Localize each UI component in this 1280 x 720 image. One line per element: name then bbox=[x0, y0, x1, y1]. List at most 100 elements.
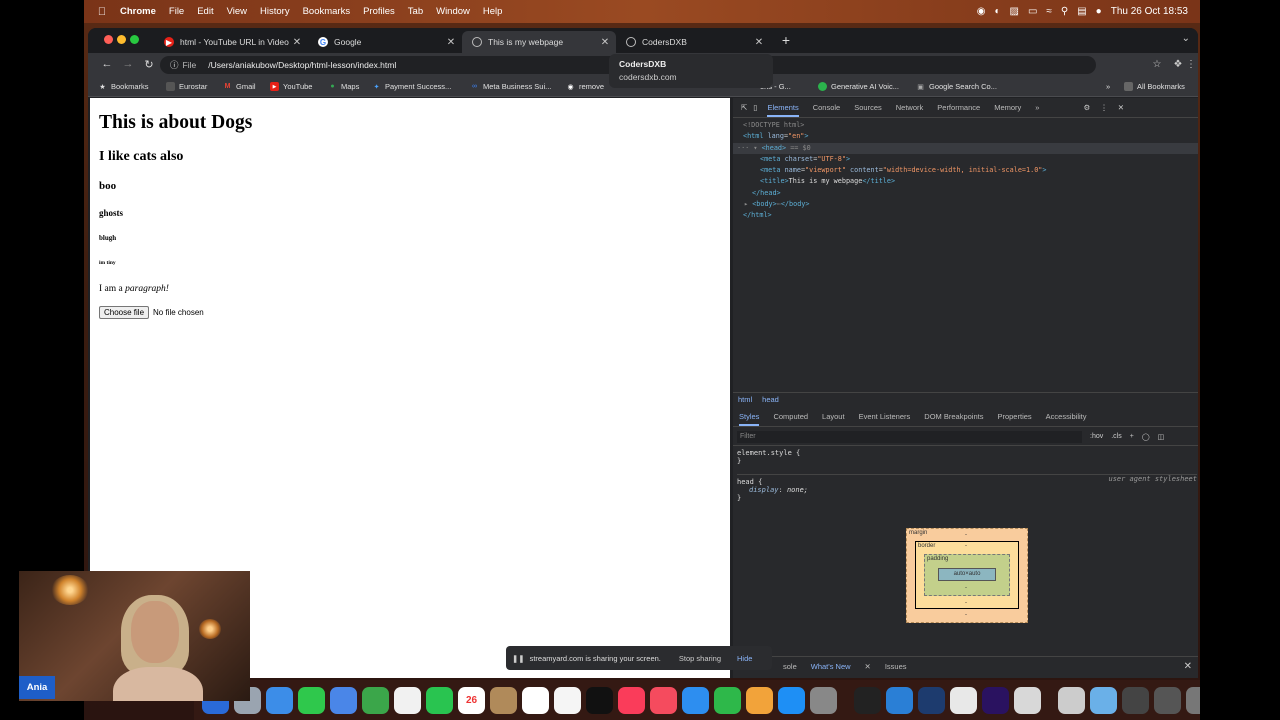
device-toolbar-icon[interactable]: ▯ bbox=[753, 103, 757, 112]
preview-icon[interactable] bbox=[1014, 686, 1041, 714]
app-store-icon[interactable] bbox=[778, 686, 805, 714]
breadcrumb-html[interactable]: html bbox=[738, 395, 752, 404]
messages-icon[interactable] bbox=[298, 686, 325, 714]
hide-banner-button[interactable]: Hide bbox=[737, 654, 752, 663]
bookmark-star-icon[interactable]: ☆ bbox=[1151, 59, 1163, 70]
bookmark-google-search-console[interactable]: ▣ Google Search Co... bbox=[916, 82, 997, 91]
bookmark-remove[interactable]: ◉ remove bbox=[566, 82, 604, 91]
reload-icon[interactable]: ↻ bbox=[142, 58, 156, 71]
more-menu-icon[interactable]: ⋮ bbox=[1185, 59, 1197, 70]
subtab-event-listeners[interactable]: Event Listeners bbox=[859, 412, 911, 421]
drawer-tab-whats-new[interactable]: What's New bbox=[811, 662, 851, 671]
tab-memory[interactable]: Memory bbox=[994, 103, 1021, 112]
tab-sources[interactable]: Sources bbox=[854, 103, 882, 112]
bookmarks-overflow-icon[interactable]: » bbox=[1106, 82, 1110, 91]
subtab-accessibility[interactable]: Accessibility bbox=[1046, 412, 1087, 421]
drawer-tab-console[interactable]: sole bbox=[783, 662, 797, 671]
apple-tv-icon[interactable] bbox=[586, 686, 613, 714]
bookmark-eurostar[interactable]: Eurostar bbox=[166, 82, 207, 91]
tab-elements[interactable]: Elements bbox=[767, 103, 799, 117]
premiere-icon[interactable] bbox=[982, 686, 1009, 714]
menu-clock[interactable]: Thu 26 Oct 18:53 bbox=[1111, 6, 1188, 17]
breadcrumb-head[interactable]: head bbox=[762, 395, 779, 404]
dom-node-head[interactable]: ··· ▾ <head> == $0 bbox=[733, 142, 1198, 154]
menu-bookmarks[interactable]: Bookmarks bbox=[303, 6, 351, 17]
inspect-element-icon[interactable]: ⇱ bbox=[741, 103, 747, 112]
extensions-icon[interactable]: ❖ bbox=[1172, 59, 1184, 70]
devtools-menu-icon[interactable]: ⋮ bbox=[1100, 103, 1108, 112]
computed-sidebar-icon[interactable]: ◫ bbox=[1158, 433, 1165, 441]
close-tab-icon[interactable]: ✕ bbox=[598, 37, 612, 48]
toggle-element-state-icon[interactable]: ◯ bbox=[1142, 433, 1150, 441]
bookmark-bookmarks[interactable]: ★ Bookmarks bbox=[98, 82, 148, 91]
safari-icon[interactable] bbox=[266, 686, 293, 714]
close-tab-icon[interactable]: ✕ bbox=[752, 37, 766, 48]
wifi-icon[interactable]: ≈ bbox=[1046, 6, 1052, 17]
menu-edit[interactable]: Edit bbox=[197, 6, 213, 17]
subtab-properties[interactable]: Properties bbox=[997, 412, 1031, 421]
minimize-window-button[interactable] bbox=[117, 35, 126, 44]
tab-codersdxb[interactable]: CodersDXB ✕ bbox=[616, 31, 770, 53]
drawer-tab-close-icon[interactable]: ✕ bbox=[865, 662, 871, 671]
trash-icon[interactable] bbox=[1186, 686, 1200, 714]
more-tabs-icon[interactable]: » bbox=[1035, 103, 1039, 112]
battery-icon[interactable]: ▭ bbox=[1028, 6, 1037, 17]
tab-console[interactable]: Console bbox=[813, 103, 841, 112]
vscode-icon[interactable] bbox=[886, 686, 913, 714]
reminders-icon[interactable] bbox=[522, 686, 549, 714]
maps-icon[interactable] bbox=[362, 686, 389, 714]
settings-gear-icon[interactable]: ⚙ bbox=[1083, 103, 1090, 112]
dom-node-html-close[interactable]: </html> bbox=[733, 210, 1198, 221]
styles-filter-input[interactable]: Filter bbox=[737, 430, 1082, 443]
close-tab-icon[interactable]: ✕ bbox=[444, 37, 458, 48]
news-icon[interactable] bbox=[650, 686, 677, 714]
calendar-icon[interactable]: 26 bbox=[458, 686, 485, 714]
stop-sharing-button[interactable]: Stop sharing bbox=[679, 654, 721, 663]
subtab-layout[interactable]: Layout bbox=[822, 412, 845, 421]
dom-node-head-close[interactable]: </head> bbox=[733, 188, 1198, 199]
downloads-folder-icon[interactable] bbox=[1090, 686, 1117, 714]
dom-node-html[interactable]: <html lang="en"> bbox=[733, 131, 1198, 142]
menu-file[interactable]: File bbox=[169, 6, 184, 17]
printer-icon[interactable] bbox=[1058, 686, 1085, 714]
tab-youtube[interactable]: ▶ html - YouTube URL in Video T ✕ bbox=[154, 31, 308, 53]
bookmark-meta-business[interactable]: ∞ Meta Business Sui... bbox=[470, 82, 551, 91]
screenshot-stack-icon[interactable] bbox=[1122, 686, 1149, 714]
tab-my-webpage[interactable]: This is my webpage ✕ bbox=[462, 31, 616, 53]
hov-toggle[interactable]: :hov bbox=[1090, 433, 1103, 440]
tab-performance[interactable]: Performance bbox=[937, 103, 980, 112]
freeform-icon[interactable] bbox=[554, 686, 581, 714]
search-icon[interactable]: ⚲ bbox=[1061, 6, 1068, 17]
back-icon[interactable]: ← bbox=[100, 58, 114, 70]
drawer-tab-issues[interactable]: Issues bbox=[885, 662, 907, 671]
menu-history[interactable]: History bbox=[260, 6, 290, 17]
keynote-icon[interactable] bbox=[682, 686, 709, 714]
bookmark-youtube[interactable]: ▶ YouTube bbox=[270, 82, 312, 91]
cls-toggle[interactable]: .cls bbox=[1111, 433, 1122, 440]
forward-icon[interactable]: → bbox=[121, 58, 135, 70]
menu-tab[interactable]: Tab bbox=[408, 6, 423, 17]
tab-google[interactable]: G Google ✕ bbox=[308, 31, 462, 53]
all-bookmarks[interactable]: All Bookmarks bbox=[1124, 82, 1185, 91]
control-center-icon[interactable]: ▤ bbox=[1077, 6, 1086, 17]
zoom-window-button[interactable] bbox=[130, 35, 139, 44]
bookmark-gmail[interactable]: M Gmail bbox=[223, 82, 256, 91]
menu-window[interactable]: Window bbox=[436, 6, 470, 17]
subtab-dom-breakpoints[interactable]: DOM Breakpoints bbox=[924, 412, 983, 421]
bookmark-maps[interactable]: ● Maps bbox=[328, 82, 359, 91]
keyboard-icon[interactable]: ▨ bbox=[1009, 6, 1018, 17]
dom-node-meta-charset[interactable]: <meta charset="UTF-8"> bbox=[733, 154, 1198, 165]
terminal-icon[interactable] bbox=[854, 686, 881, 714]
numbers-icon[interactable] bbox=[714, 686, 741, 714]
dom-node-title[interactable]: <title>This is my webpage</title> bbox=[733, 176, 1198, 187]
choose-file-button[interactable]: Choose file bbox=[99, 306, 150, 319]
subtab-styles[interactable]: Styles bbox=[739, 412, 760, 426]
info-icon[interactable]: ⓘ bbox=[170, 59, 179, 71]
box-model-content[interactable]: auto×auto bbox=[938, 568, 996, 581]
apple-menu-icon[interactable]:  bbox=[94, 6, 110, 18]
menu-profiles[interactable]: Profiles bbox=[363, 6, 395, 17]
menu-help[interactable]: Help bbox=[483, 6, 503, 17]
close-tab-icon[interactable]: ✕ bbox=[290, 37, 304, 48]
pages-icon[interactable] bbox=[746, 686, 773, 714]
tab-network[interactable]: Network bbox=[896, 103, 924, 112]
